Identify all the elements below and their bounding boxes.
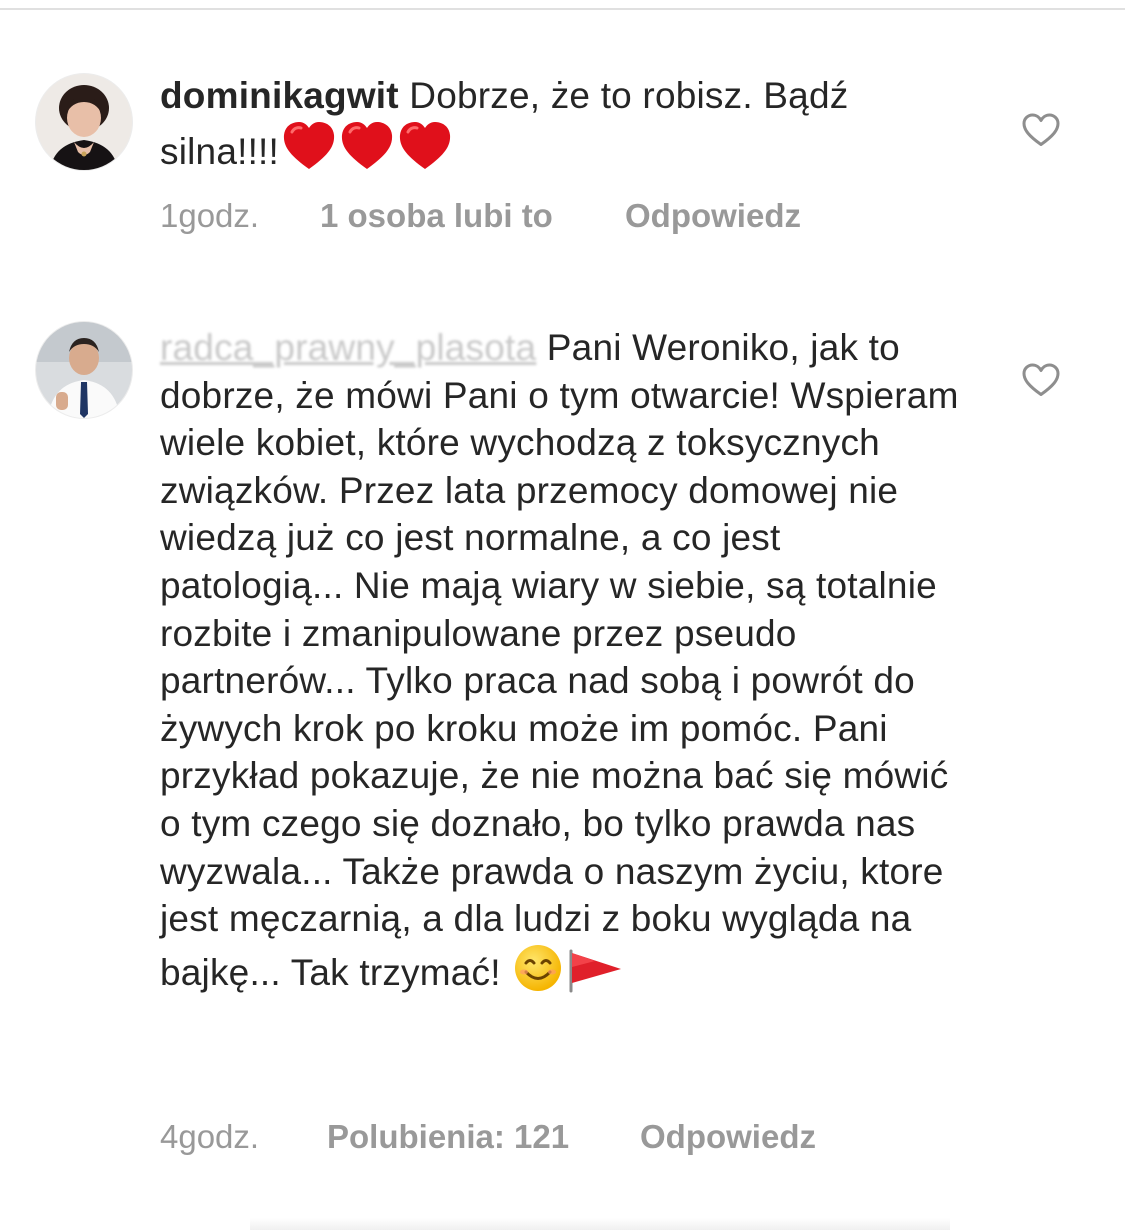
comment-username[interactable]: radca_prawny_plasota — [160, 327, 536, 368]
avatar[interactable] — [36, 322, 132, 418]
red-heart-emoji — [339, 120, 395, 172]
comment-time: 1godz. — [160, 197, 260, 234]
comment-likes[interactable]: Polubienia: 121 — [327, 1117, 569, 1157]
comment-body: Pani Weroniko, jak to dobrze, że mówi Pa… — [160, 327, 959, 993]
comment-username[interactable]: dominikagwit — [160, 75, 399, 116]
comment-time: 4godz. — [160, 1118, 260, 1155]
next-comment-edge — [250, 1218, 950, 1230]
reply-button[interactable]: Odpowiedz — [625, 196, 801, 236]
like-button[interactable] — [1022, 363, 1060, 397]
avatar-photo — [36, 74, 132, 170]
avatar-photo — [36, 322, 132, 418]
avatar[interactable] — [36, 74, 132, 170]
top-divider — [0, 8, 1125, 10]
heart-outline-icon — [1022, 363, 1060, 396]
heart-outline-icon — [1022, 113, 1060, 146]
like-button[interactable] — [1022, 113, 1060, 147]
red-heart-emoji — [281, 120, 337, 172]
red-flag-emoji — [565, 947, 625, 993]
comment-text: dominikagwit Dobrze, że to robisz. Bądź … — [160, 72, 970, 175]
red-heart-emoji — [397, 120, 453, 172]
comment-likes[interactable]: 1 osoba lubi to — [320, 196, 553, 236]
reply-button[interactable]: Odpowiedz — [640, 1117, 816, 1157]
smiling-face-emoji — [513, 943, 563, 993]
comment-text: radca_prawny_plasota Pani Weroniko, jak … — [160, 324, 970, 996]
